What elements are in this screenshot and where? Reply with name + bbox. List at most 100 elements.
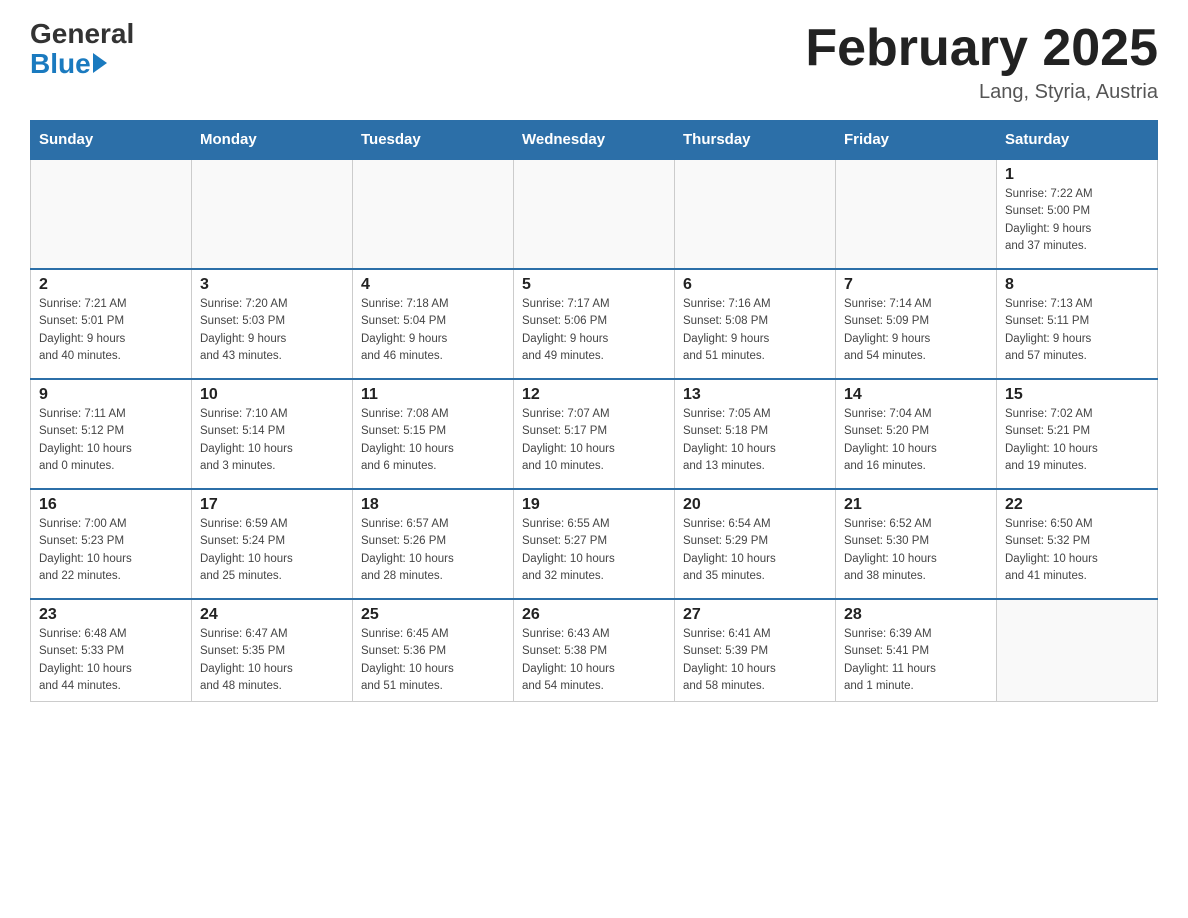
day-info: Sunrise: 7:21 AM Sunset: 5:01 PM Dayligh… bbox=[39, 296, 183, 365]
calendar-cell: 9 Sunrise: 7:11 AM Sunset: 5:12 PM Daylig… bbox=[31, 379, 192, 489]
calendar-cell: 19 Sunrise: 6:55 AM Sunset: 5:27 PM Dayli… bbox=[514, 489, 675, 599]
day-number: 6 bbox=[683, 276, 827, 294]
calendar-cell: 4 Sunrise: 7:18 AM Sunset: 5:04 PM Daylig… bbox=[353, 269, 514, 379]
day-number: 8 bbox=[1005, 276, 1149, 294]
calendar-cell bbox=[997, 599, 1158, 702]
calendar-cell: 24Sunrise: 6:47 AM Sunset: 5:35 PM Dayli… bbox=[192, 599, 353, 702]
week-row-5: 23 Sunrise: 6:48 AM Sunset: 5:33 PM Dayli… bbox=[31, 599, 1158, 702]
day-number: 19 bbox=[522, 496, 666, 514]
day-info: Sunrise: 7:02 AM Sunset: 5:21 PM Dayligh… bbox=[1005, 406, 1149, 475]
week-row-2: 2 Sunrise: 7:21 AM Sunset: 5:01 PM Daylig… bbox=[31, 269, 1158, 379]
week-row-1: 1 Sunrise: 7:22 AM Sunset: 5:00 PM Daylig… bbox=[31, 159, 1158, 269]
calendar-cell: 5 Sunrise: 7:17 AM Sunset: 5:06 PM Daylig… bbox=[514, 269, 675, 379]
day-number: 22 bbox=[1005, 496, 1149, 514]
day-number: 5 bbox=[522, 276, 666, 294]
day-number: 4 bbox=[361, 276, 505, 294]
title-section: February 2025 Lang, Styria, Austria bbox=[805, 20, 1158, 104]
calendar-cell: 21 Sunrise: 6:52 AM Sunset: 5:30 PM Dayli… bbox=[836, 489, 997, 599]
day-number: 9 bbox=[39, 386, 183, 404]
calendar-cell: 16 Sunrise: 7:00 AM Sunset: 5:23 PM Dayli… bbox=[31, 489, 192, 599]
calendar-cell: 20Sunrise: 6:54 AM Sunset: 5:29 PM Dayli… bbox=[675, 489, 836, 599]
weekday-header-thursday: Thursday bbox=[675, 121, 836, 160]
day-info: Sunrise: 7:18 AM Sunset: 5:04 PM Dayligh… bbox=[361, 296, 505, 365]
day-number: 3 bbox=[200, 276, 344, 294]
day-info: Sunrise: 7:05 AM Sunset: 5:18 PM Dayligh… bbox=[683, 406, 827, 475]
day-info: Sunrise: 6:59 AM Sunset: 5:24 PM Dayligh… bbox=[200, 516, 344, 585]
day-info: Sunrise: 6:39 AM Sunset: 5:41 PM Dayligh… bbox=[844, 626, 988, 695]
weekday-header-saturday: Saturday bbox=[997, 121, 1158, 160]
logo-general-text: General bbox=[30, 20, 134, 48]
calendar-cell: 28 Sunrise: 6:39 AM Sunset: 5:41 PM Dayli… bbox=[836, 599, 997, 702]
calendar-cell: 10Sunrise: 7:10 AM Sunset: 5:14 PM Dayli… bbox=[192, 379, 353, 489]
calendar-cell: 12 Sunrise: 7:07 AM Sunset: 5:17 PM Dayli… bbox=[514, 379, 675, 489]
calendar-cell bbox=[836, 159, 997, 269]
day-info: Sunrise: 6:48 AM Sunset: 5:33 PM Dayligh… bbox=[39, 626, 183, 695]
day-number: 2 bbox=[39, 276, 183, 294]
calendar-cell: 25 Sunrise: 6:45 AM Sunset: 5:36 PM Dayli… bbox=[353, 599, 514, 702]
calendar-cell: 13Sunrise: 7:05 AM Sunset: 5:18 PM Dayli… bbox=[675, 379, 836, 489]
day-info: Sunrise: 7:14 AM Sunset: 5:09 PM Dayligh… bbox=[844, 296, 988, 365]
calendar-cell: 22 Sunrise: 6:50 AM Sunset: 5:32 PM Dayli… bbox=[997, 489, 1158, 599]
day-info: Sunrise: 6:57 AM Sunset: 5:26 PM Dayligh… bbox=[361, 516, 505, 585]
day-info: Sunrise: 7:04 AM Sunset: 5:20 PM Dayligh… bbox=[844, 406, 988, 475]
day-number: 16 bbox=[39, 496, 183, 514]
day-number: 24 bbox=[200, 606, 344, 624]
logo-triangle-icon bbox=[93, 53, 107, 73]
day-number: 21 bbox=[844, 496, 988, 514]
calendar-cell bbox=[514, 159, 675, 269]
day-number: 26 bbox=[522, 606, 666, 624]
week-row-3: 9 Sunrise: 7:11 AM Sunset: 5:12 PM Daylig… bbox=[31, 379, 1158, 489]
day-info: Sunrise: 6:45 AM Sunset: 5:36 PM Dayligh… bbox=[361, 626, 505, 695]
day-number: 7 bbox=[844, 276, 988, 294]
weekday-header-monday: Monday bbox=[192, 121, 353, 160]
calendar-subtitle: Lang, Styria, Austria bbox=[805, 81, 1158, 104]
calendar-cell: 3 Sunrise: 7:20 AM Sunset: 5:03 PM Daylig… bbox=[192, 269, 353, 379]
weekday-header-friday: Friday bbox=[836, 121, 997, 160]
day-number: 1 bbox=[1005, 166, 1149, 184]
day-number: 14 bbox=[844, 386, 988, 404]
day-info: Sunrise: 6:41 AM Sunset: 5:39 PM Dayligh… bbox=[683, 626, 827, 695]
day-info: Sunrise: 7:22 AM Sunset: 5:00 PM Dayligh… bbox=[1005, 186, 1149, 255]
calendar-cell: 11Sunrise: 7:08 AM Sunset: 5:15 PM Dayli… bbox=[353, 379, 514, 489]
day-info: Sunrise: 6:54 AM Sunset: 5:29 PM Dayligh… bbox=[683, 516, 827, 585]
week-row-4: 16 Sunrise: 7:00 AM Sunset: 5:23 PM Dayli… bbox=[31, 489, 1158, 599]
calendar-cell: 6 Sunrise: 7:16 AM Sunset: 5:08 PM Daylig… bbox=[675, 269, 836, 379]
calendar-cell: 2 Sunrise: 7:21 AM Sunset: 5:01 PM Daylig… bbox=[31, 269, 192, 379]
calendar-cell: 7 Sunrise: 7:14 AM Sunset: 5:09 PM Daylig… bbox=[836, 269, 997, 379]
day-info: Sunrise: 7:20 AM Sunset: 5:03 PM Dayligh… bbox=[200, 296, 344, 365]
day-info: Sunrise: 7:16 AM Sunset: 5:08 PM Dayligh… bbox=[683, 296, 827, 365]
day-info: Sunrise: 7:11 AM Sunset: 5:12 PM Dayligh… bbox=[39, 406, 183, 475]
calendar-cell bbox=[353, 159, 514, 269]
calendar-cell bbox=[192, 159, 353, 269]
day-info: Sunrise: 7:10 AM Sunset: 5:14 PM Dayligh… bbox=[200, 406, 344, 475]
calendar-cell: 26 Sunrise: 6:43 AM Sunset: 5:38 PM Dayli… bbox=[514, 599, 675, 702]
calendar-title: February 2025 bbox=[805, 20, 1158, 77]
day-info: Sunrise: 6:55 AM Sunset: 5:27 PM Dayligh… bbox=[522, 516, 666, 585]
weekday-header-row: SundayMondayTuesdayWednesdayThursdayFrid… bbox=[31, 121, 1158, 160]
day-number: 12 bbox=[522, 386, 666, 404]
day-info: Sunrise: 7:07 AM Sunset: 5:17 PM Dayligh… bbox=[522, 406, 666, 475]
day-number: 25 bbox=[361, 606, 505, 624]
day-info: Sunrise: 6:50 AM Sunset: 5:32 PM Dayligh… bbox=[1005, 516, 1149, 585]
day-info: Sunrise: 7:17 AM Sunset: 5:06 PM Dayligh… bbox=[522, 296, 666, 365]
calendar-table: SundayMondayTuesdayWednesdayThursdayFrid… bbox=[30, 120, 1158, 702]
logo-blue-text: Blue bbox=[30, 48, 91, 80]
day-number: 18 bbox=[361, 496, 505, 514]
logo: General Blue bbox=[30, 20, 134, 80]
calendar-cell bbox=[675, 159, 836, 269]
calendar-cell: 15Sunrise: 7:02 AM Sunset: 5:21 PM Dayli… bbox=[997, 379, 1158, 489]
calendar-cell bbox=[31, 159, 192, 269]
day-number: 28 bbox=[844, 606, 988, 624]
weekday-header-wednesday: Wednesday bbox=[514, 121, 675, 160]
day-info: Sunrise: 7:00 AM Sunset: 5:23 PM Dayligh… bbox=[39, 516, 183, 585]
calendar-cell: 14 Sunrise: 7:04 AM Sunset: 5:20 PM Dayli… bbox=[836, 379, 997, 489]
page-header: General Blue February 2025 Lang, Styria,… bbox=[30, 20, 1158, 104]
day-info: Sunrise: 7:13 AM Sunset: 5:11 PM Dayligh… bbox=[1005, 296, 1149, 365]
calendar-cell: 8 Sunrise: 7:13 AM Sunset: 5:11 PM Daylig… bbox=[997, 269, 1158, 379]
day-number: 23 bbox=[39, 606, 183, 624]
day-info: Sunrise: 6:43 AM Sunset: 5:38 PM Dayligh… bbox=[522, 626, 666, 695]
day-number: 11 bbox=[361, 386, 505, 404]
calendar-cell: 23 Sunrise: 6:48 AM Sunset: 5:33 PM Dayli… bbox=[31, 599, 192, 702]
day-info: Sunrise: 6:52 AM Sunset: 5:30 PM Dayligh… bbox=[844, 516, 988, 585]
day-number: 17 bbox=[200, 496, 344, 514]
